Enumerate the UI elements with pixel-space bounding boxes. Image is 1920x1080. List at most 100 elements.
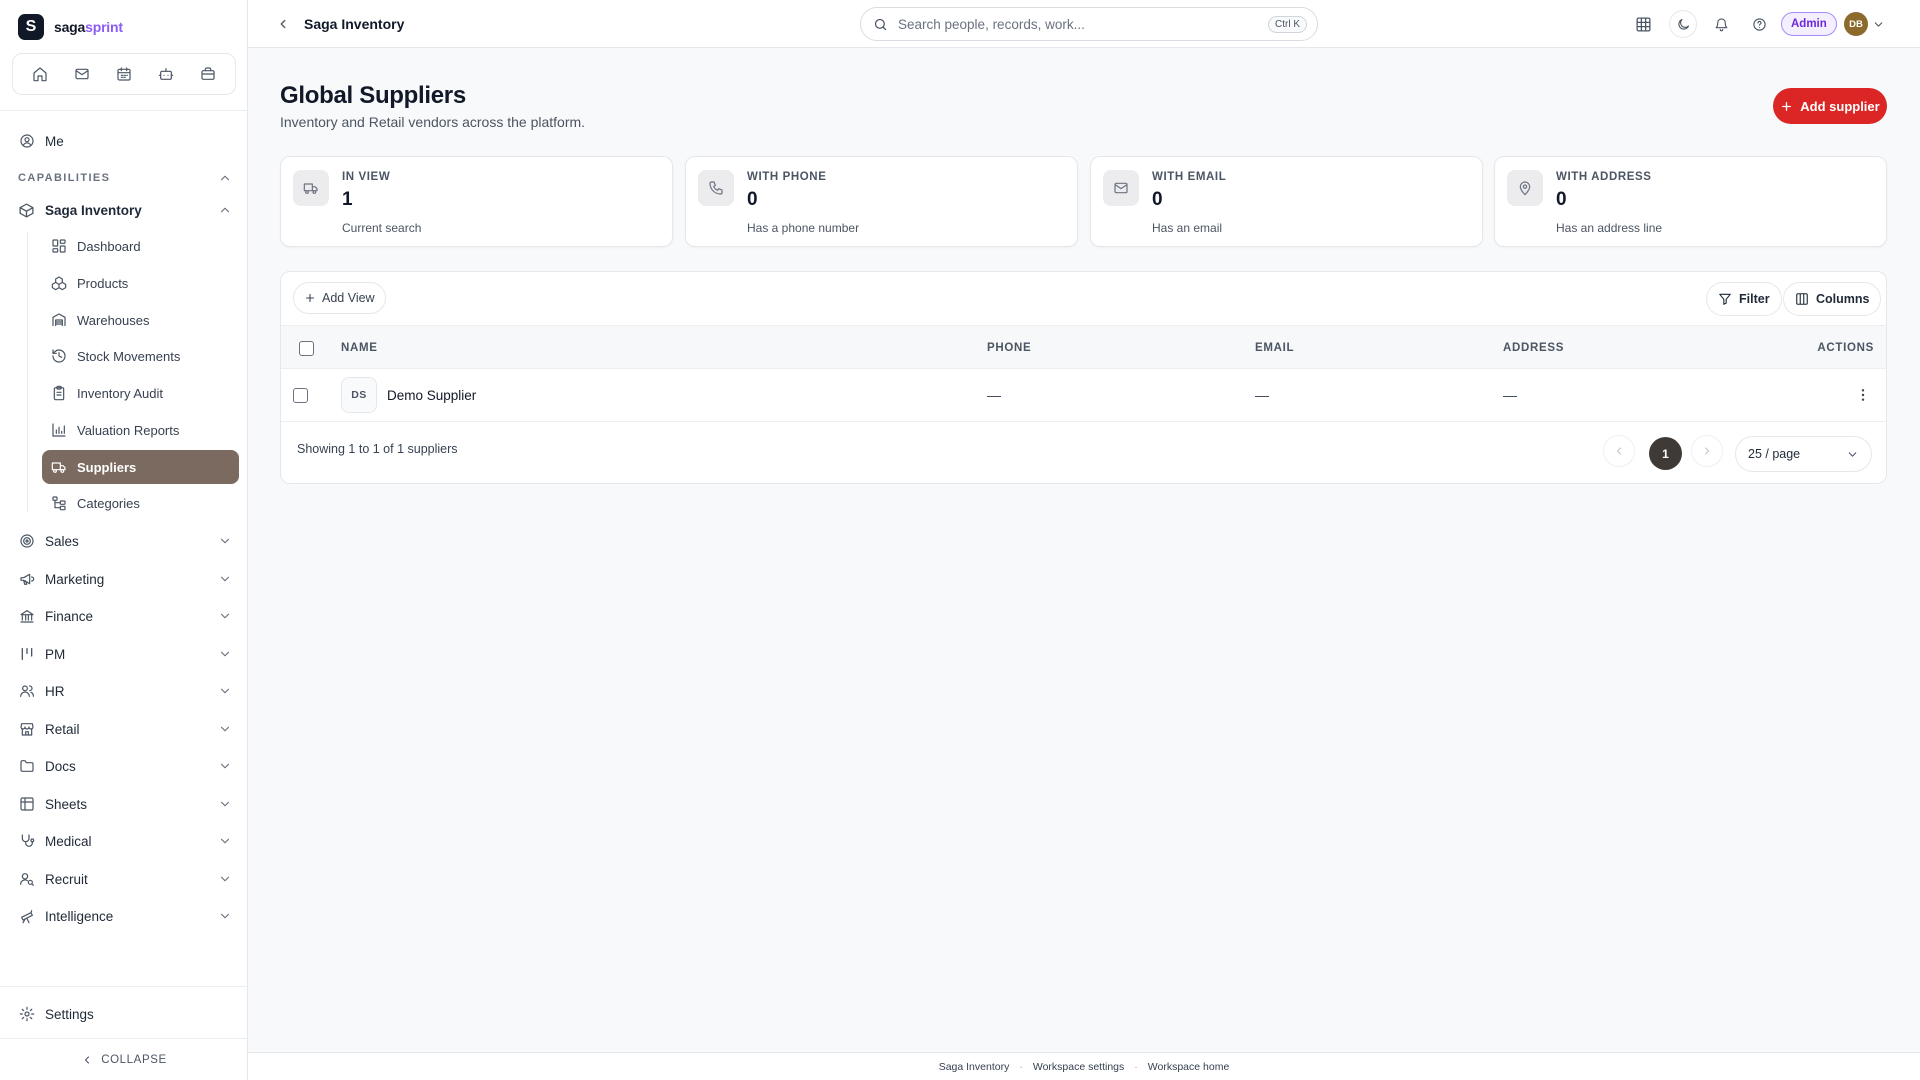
calendar-icon[interactable] (109, 59, 139, 89)
chevron-up-icon (218, 171, 232, 185)
chevron-down-icon (218, 759, 232, 773)
back-chevron-icon[interactable] (276, 17, 290, 31)
row-checkbox[interactable] (293, 387, 308, 403)
sidebar-item-stock-movements[interactable]: Stock Movements (42, 339, 239, 373)
sidebar-module-recruit[interactable]: Recruit (18, 867, 232, 891)
column-header-address[interactable]: ADDRESS (1503, 326, 1564, 370)
section-label: CAPABILITIES (18, 172, 111, 184)
user-search-icon (18, 871, 35, 888)
filter-label: Filter (1739, 292, 1770, 306)
row-actions-icon[interactable] (1855, 369, 1871, 421)
breadcrumb-current[interactable]: Saga Inventory (304, 16, 404, 32)
sidebar-module-retail[interactable]: Retail (18, 717, 232, 741)
collapse-sidebar-button[interactable]: COLLAPSE (0, 1047, 248, 1073)
sidebar-item-label: Products (77, 275, 129, 291)
stat-value: 0 (747, 189, 758, 210)
table-row[interactable]: DS Demo Supplier — — — (281, 369, 1886, 422)
sidebar-module-intelligence[interactable]: Intelligence (18, 904, 232, 928)
quick-access-bar (12, 53, 236, 95)
sidebar-item-valuation-reports[interactable]: Valuation Reports (42, 413, 239, 447)
briefcase-icon[interactable] (193, 59, 223, 89)
capabilities-section-header[interactable]: CAPABILITIES (18, 171, 232, 185)
select-all-checkbox[interactable] (299, 340, 314, 356)
bot-icon[interactable] (151, 59, 181, 89)
sidebar-item-label: Marketing (45, 571, 105, 587)
per-page-select[interactable]: 25 / page (1735, 436, 1872, 472)
collapse-label: COLLAPSE (101, 1054, 167, 1066)
sidebar-module-sheets[interactable]: Sheets (18, 792, 232, 816)
bell-icon[interactable] (1707, 10, 1735, 38)
sidebar-item-label: Suppliers (77, 459, 137, 475)
add-view-label: Add View (322, 291, 375, 305)
global-search[interactable]: Ctrl K (860, 7, 1318, 41)
sidebar-item-categories[interactable]: Categories (42, 486, 239, 520)
column-header-phone[interactable]: PHONE (987, 326, 1031, 370)
truck-icon (51, 459, 67, 475)
columns-label: Columns (1816, 292, 1870, 306)
dark-mode-moon-icon[interactable] (1669, 10, 1697, 38)
sidebar-item-dashboard[interactable]: Dashboard (42, 229, 239, 263)
user-menu[interactable]: DB (1842, 10, 1894, 38)
sidebar-module-finance[interactable]: Finance (18, 604, 232, 628)
mail-icon[interactable] (67, 59, 97, 89)
chevron-down-icon (218, 647, 232, 661)
sidebar-item-label: Finance (45, 608, 94, 624)
supplier-name[interactable]: Demo Supplier (387, 388, 476, 403)
sidebar-module-hr[interactable]: HR (18, 679, 232, 703)
sidebar-item-warehouses[interactable]: Warehouses (42, 303, 239, 337)
column-header-name[interactable]: NAME (341, 326, 378, 370)
sidebar-item-label: Docs (45, 758, 76, 774)
prev-page-icon[interactable] (1603, 435, 1635, 467)
columns-button[interactable]: Columns (1783, 282, 1882, 316)
logo-text-part2: sprint (85, 19, 123, 35)
help-icon[interactable] (1745, 10, 1773, 38)
sidebar-item-label: HR (45, 683, 65, 699)
chevron-left-icon (81, 1054, 93, 1066)
next-page-icon[interactable] (1691, 435, 1723, 467)
filter-button[interactable]: Filter (1706, 282, 1782, 316)
sidebar-item-me[interactable]: Me (18, 129, 232, 153)
footer-separator: · (1134, 1060, 1138, 1073)
sidebar-item-inventory-audit[interactable]: Inventory Audit (42, 376, 239, 410)
sidebar-module-docs[interactable]: Docs (18, 754, 232, 778)
avatar: DB (1844, 12, 1868, 36)
page-number-button[interactable]: 1 (1649, 437, 1682, 470)
gear-icon (18, 1006, 35, 1023)
footer-link-workspace-settings[interactable]: Workspace settings (1033, 1061, 1124, 1073)
admin-badge[interactable]: Admin (1781, 12, 1837, 36)
add-view-button[interactable]: Add View (293, 282, 386, 314)
sidebar-module-sales[interactable]: Sales (18, 529, 232, 553)
sidebar-item-label: Sales (45, 533, 79, 549)
add-supplier-label: Add supplier (1800, 98, 1880, 114)
phone-icon (698, 170, 734, 206)
stat-value: 1 (342, 189, 353, 210)
column-header-email[interactable]: EMAIL (1255, 326, 1294, 370)
sidebar-module-saga-inventory[interactable]: Saga Inventory (18, 198, 232, 222)
search-input[interactable] (898, 16, 1258, 32)
telescope-icon (18, 908, 35, 925)
logo-text-part1: saga (54, 19, 86, 35)
kanban-icon (18, 646, 35, 663)
sidebar-module-marketing[interactable]: Marketing (18, 567, 232, 591)
apps-grid-icon[interactable] (1629, 10, 1657, 38)
sidebar-item-label: PM (45, 646, 66, 662)
sidebar-item-settings[interactable]: Settings (18, 1002, 232, 1026)
sidebar-item-suppliers[interactable]: Suppliers (42, 450, 239, 484)
sidebar-item-products[interactable]: Products (42, 266, 239, 300)
footer-link-module[interactable]: Saga Inventory (939, 1061, 1010, 1073)
sidebar-item-label: Me (45, 133, 64, 149)
footer-link-workspace-home[interactable]: Workspace home (1148, 1061, 1230, 1073)
user-circle-icon (18, 133, 35, 150)
sidebar-item-label: Warehouses (77, 312, 150, 328)
sidebar-divider (0, 1038, 248, 1039)
stat-label: WITH ADDRESS (1556, 171, 1652, 183)
select-all-cell (299, 326, 314, 370)
breadcrumb: Saga Inventory (276, 12, 404, 36)
chevron-down-icon (1872, 18, 1885, 31)
sidebar-module-pm[interactable]: PM (18, 642, 232, 666)
add-supplier-button[interactable]: Add supplier (1773, 88, 1887, 124)
stat-description: Has an email (1152, 221, 1223, 235)
brand-logo[interactable]: S sagasprint (18, 14, 123, 40)
sidebar-module-medical[interactable]: Medical (18, 829, 232, 853)
home-icon[interactable] (25, 59, 55, 89)
